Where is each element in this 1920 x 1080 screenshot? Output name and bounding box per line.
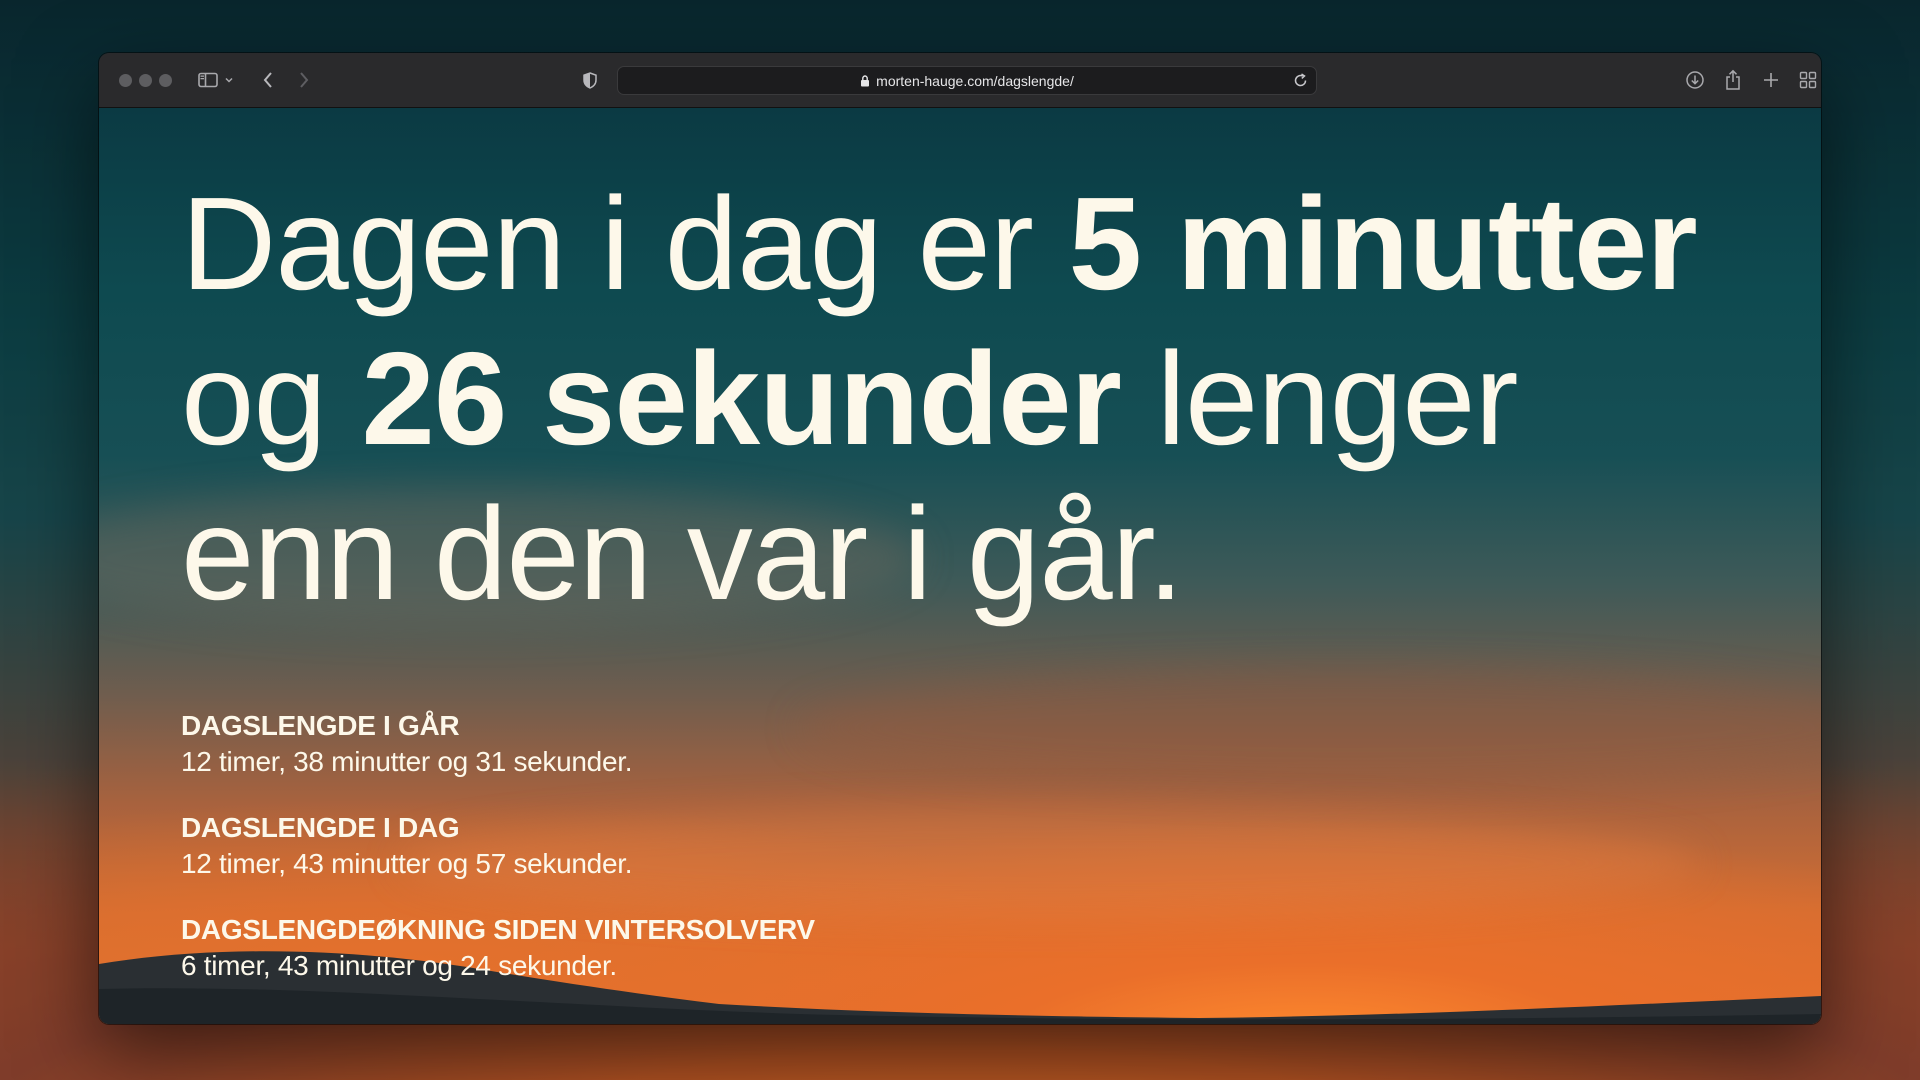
chevron-right-icon[interactable] (295, 67, 313, 93)
page-headline: Dagen i dag er 5 minutter og 26 sekunder… (181, 166, 1741, 631)
chevron-down-icon[interactable] (223, 67, 235, 93)
stat-label: DAGSLENGDE I GÅR (181, 710, 460, 741)
stat-label: DAGSLENGDEØKNING SIDEN VINTERSOLVERV (181, 914, 815, 945)
headline-middle: og (181, 325, 362, 472)
desktop-background: morten-hauge.com/dagslengde/ Dagen i dag… (0, 0, 1920, 1080)
stat-today: DAGSLENGDE I DAG 12 timer, 43 minutter o… (181, 810, 815, 882)
zoom-window-button[interactable] (159, 74, 172, 87)
stat-yesterday: DAGSLENGDE I GÅR 12 timer, 38 minutter o… (181, 708, 815, 780)
page-content: Dagen i dag er 5 minutter og 26 sekunder… (99, 108, 1821, 1024)
reload-icon[interactable] (1293, 73, 1308, 93)
close-window-button[interactable] (119, 74, 132, 87)
url-text: morten-hauge.com/dagslengde/ (876, 72, 1074, 89)
stat-label: DAGSLENGDE I DAG (181, 812, 460, 843)
chevron-left-icon[interactable] (259, 67, 277, 93)
headline-prefix: Dagen i dag er (181, 170, 1069, 317)
daylength-stats: DAGSLENGDE I GÅR 12 timer, 38 minutter o… (181, 708, 815, 1014)
lock-icon (860, 74, 870, 87)
plus-icon[interactable] (1760, 67, 1782, 93)
headline-seconds: 26 sekunder (361, 325, 1122, 472)
address-bar[interactable]: morten-hauge.com/dagslengde/ (617, 66, 1317, 95)
shield-icon[interactable] (581, 67, 599, 93)
browser-toolbar: morten-hauge.com/dagslengde/ (99, 53, 1821, 108)
stat-value: 12 timer, 38 minutter og 31 sekunder. (181, 746, 633, 777)
headline-minutes: 5 minutter (1068, 170, 1698, 317)
download-icon[interactable] (1684, 67, 1706, 93)
minimize-window-button[interactable] (139, 74, 152, 87)
stat-value: 12 timer, 43 minutter og 57 sekunder. (181, 848, 633, 879)
stat-since-solstice: DAGSLENGDEØKNING SIDEN VINTERSOLVERV 6 t… (181, 912, 815, 984)
stat-value: 6 timer, 43 minutter og 24 sekunder. (181, 950, 617, 981)
sidebar-icon[interactable] (197, 67, 219, 93)
cloud-shape (799, 668, 1821, 788)
browser-window: morten-hauge.com/dagslengde/ Dagen i dag… (99, 53, 1821, 1024)
grid-icon[interactable] (1797, 67, 1819, 93)
share-icon[interactable] (1722, 67, 1744, 93)
